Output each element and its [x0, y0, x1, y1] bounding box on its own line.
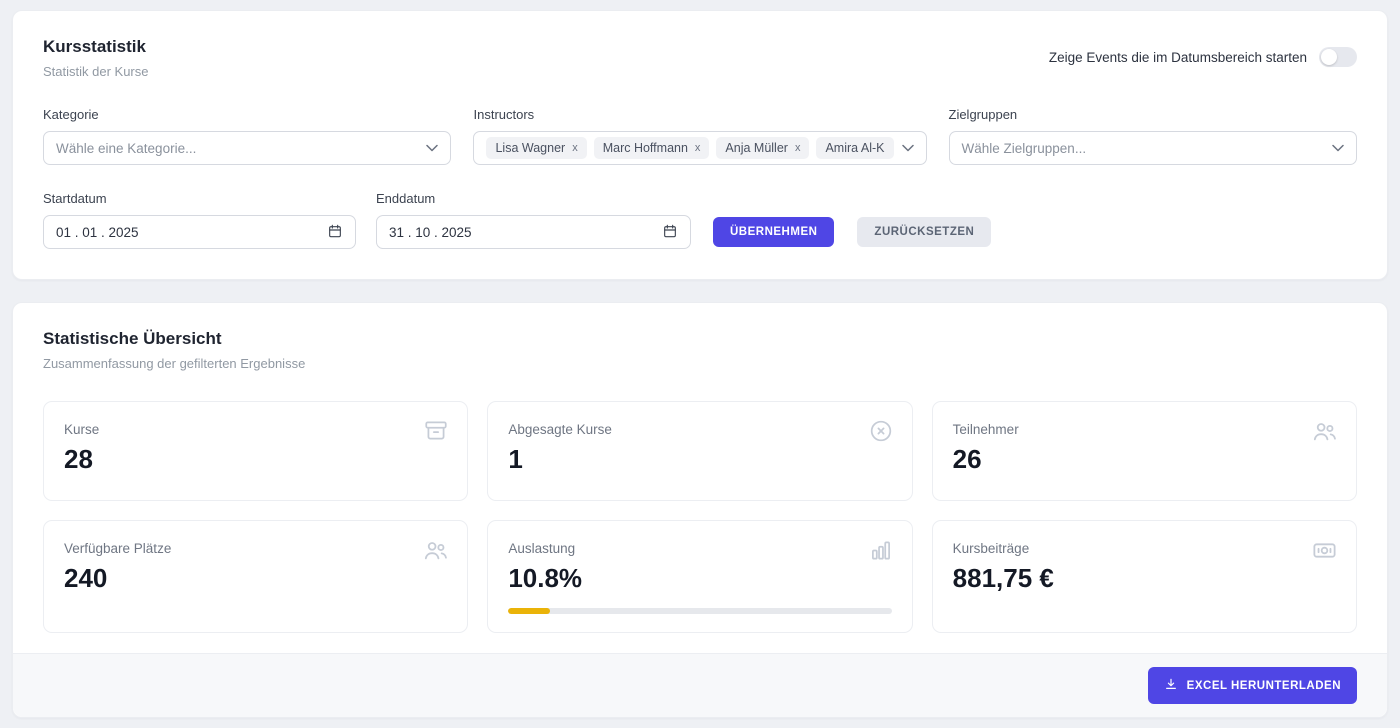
filter-card-titles: Kursstatistik Statistik der Kurse — [43, 37, 149, 79]
instructor-chip: Marc Hoffmann x — [594, 137, 710, 159]
x-circle-icon — [868, 418, 894, 449]
chip-label: Amira Al-K — [825, 141, 884, 155]
enddatum-input[interactable]: 31 . 10 . 2025 — [376, 215, 691, 249]
stats-subtitle: Zusammenfassung der gefilterten Ergebnis… — [43, 356, 1357, 371]
stat-kursbeitraege: Kursbeiträge 881,75 € — [932, 520, 1357, 633]
startdatum-input[interactable]: 01 . 01 . 2025 — [43, 215, 356, 249]
enddatum-label: Enddatum — [376, 191, 691, 206]
startdatum-label: Startdatum — [43, 191, 356, 206]
startdatum-field: Startdatum 01 . 01 . 2025 — [43, 191, 356, 249]
stat-label: Kurse — [64, 422, 447, 437]
kategorie-field: Kategorie Wähle eine Kategorie... — [43, 107, 451, 165]
stat-abgesagte-kurse: Abgesagte Kurse 1 — [487, 401, 912, 501]
chip-label: Lisa Wagner — [495, 141, 565, 155]
bar-chart-icon — [868, 537, 894, 568]
events-toggle-row: Zeige Events die im Datumsbereich starte… — [1049, 47, 1357, 67]
instructors-field: Instructors Lisa Wagner x Marc Hoffmann … — [473, 107, 926, 165]
filter-row-dates: Startdatum 01 . 01 . 2025 Enddatum 31 . … — [43, 191, 1357, 249]
zielgruppen-select[interactable]: Wähle Zielgruppen... — [949, 131, 1358, 165]
page-subtitle: Statistik der Kurse — [43, 64, 149, 79]
instructor-chip: Lisa Wagner x — [486, 137, 586, 159]
stats-title: Statistische Übersicht — [43, 329, 1357, 349]
chip-remove-icon[interactable]: x — [795, 143, 801, 154]
stats-footer: EXCEL HERUNTERLADEN — [13, 653, 1387, 717]
instructors-select[interactable]: Lisa Wagner x Marc Hoffmann x Anja Mülle… — [473, 131, 926, 165]
stat-kurse: Kurse 28 — [43, 401, 468, 501]
chevron-down-icon — [426, 144, 438, 152]
stats-card: Statistische Übersicht Zusammenfassung d… — [12, 302, 1388, 718]
instructors-label: Instructors — [473, 107, 926, 122]
cash-icon — [1311, 537, 1338, 569]
download-button-label: EXCEL HERUNTERLADEN — [1187, 680, 1341, 692]
chevron-down-icon — [1332, 144, 1344, 152]
events-toggle-label: Zeige Events die im Datumsbereich starte… — [1049, 50, 1307, 65]
stat-label: Kursbeiträge — [953, 541, 1336, 556]
stat-value: 1 — [508, 444, 891, 475]
chip-label: Marc Hoffmann — [603, 141, 688, 155]
download-icon — [1164, 677, 1178, 694]
calendar-icon[interactable] — [662, 223, 678, 242]
chip-remove-icon[interactable]: x — [572, 143, 578, 154]
chevron-down-icon — [902, 144, 914, 152]
users-icon — [422, 537, 449, 569]
stat-label: Abgesagte Kurse — [508, 422, 891, 437]
stat-value: 28 — [64, 444, 447, 475]
auslastung-progress-track — [508, 608, 891, 614]
users-icon — [1311, 418, 1338, 450]
enddatum-field: Enddatum 31 . 10 . 2025 — [376, 191, 691, 249]
page-title: Kursstatistik — [43, 37, 149, 57]
instructor-chips: Lisa Wagner x Marc Hoffmann x Anja Mülle… — [486, 137, 893, 159]
apply-button[interactable]: ÜBERNEHMEN — [713, 217, 834, 247]
toggle-knob — [1321, 49, 1337, 65]
excel-download-button[interactable]: EXCEL HERUNTERLADEN — [1148, 667, 1357, 704]
stat-verfuegbare-plaetze: Verfügbare Plätze 240 — [43, 520, 468, 633]
stat-teilnehmer: Teilnehmer 26 — [932, 401, 1357, 501]
kategorie-label: Kategorie — [43, 107, 451, 122]
stat-label: Auslastung — [508, 541, 891, 556]
kategorie-placeholder: Wähle eine Kategorie... — [56, 141, 196, 156]
zielgruppen-placeholder: Wähle Zielgruppen... — [962, 141, 1087, 156]
page: Kursstatistik Statistik der Kurse Zeige … — [0, 0, 1400, 728]
stat-label: Verfügbare Plätze — [64, 541, 447, 556]
stat-value: 240 — [64, 563, 447, 594]
stat-label: Teilnehmer — [953, 422, 1336, 437]
enddatum-value: 31 . 10 . 2025 — [389, 225, 472, 240]
stat-auslastung: Auslastung 10.8% — [487, 520, 912, 633]
stat-value: 881,75 € — [953, 563, 1336, 594]
startdatum-value: 01 . 01 . 2025 — [56, 225, 139, 240]
zielgruppen-field: Zielgruppen Wähle Zielgruppen... — [949, 107, 1358, 165]
zielgruppen-label: Zielgruppen — [949, 107, 1358, 122]
archive-icon — [423, 418, 449, 449]
chip-label: Anja Müller — [725, 141, 788, 155]
auslastung-progress-fill — [508, 608, 549, 614]
reset-button[interactable]: ZURÜCKSETZEN — [857, 217, 991, 247]
instructor-chip: Anja Müller x — [716, 137, 809, 159]
calendar-icon[interactable] — [327, 223, 343, 242]
stats-body: Statistische Übersicht Zusammenfassung d… — [13, 303, 1387, 653]
filter-card: Kursstatistik Statistik der Kurse Zeige … — [12, 10, 1388, 280]
events-toggle[interactable] — [1319, 47, 1357, 67]
stat-value: 26 — [953, 444, 1336, 475]
filter-actions: ÜBERNEHMEN ZURÜCKSETZEN — [713, 215, 991, 249]
stat-value: 10.8% — [508, 563, 891, 594]
instructor-chip: Amira Al-K — [816, 137, 893, 159]
kategorie-select[interactable]: Wähle eine Kategorie... — [43, 131, 451, 165]
filter-grid: Kategorie Wähle eine Kategorie... Instru… — [43, 107, 1357, 165]
chip-remove-icon[interactable]: x — [695, 143, 701, 154]
filter-card-header: Kursstatistik Statistik der Kurse Zeige … — [43, 37, 1357, 79]
stats-grid: Kurse 28 Abgesagte Kurse 1 Teilnehmer 26 — [43, 401, 1357, 633]
